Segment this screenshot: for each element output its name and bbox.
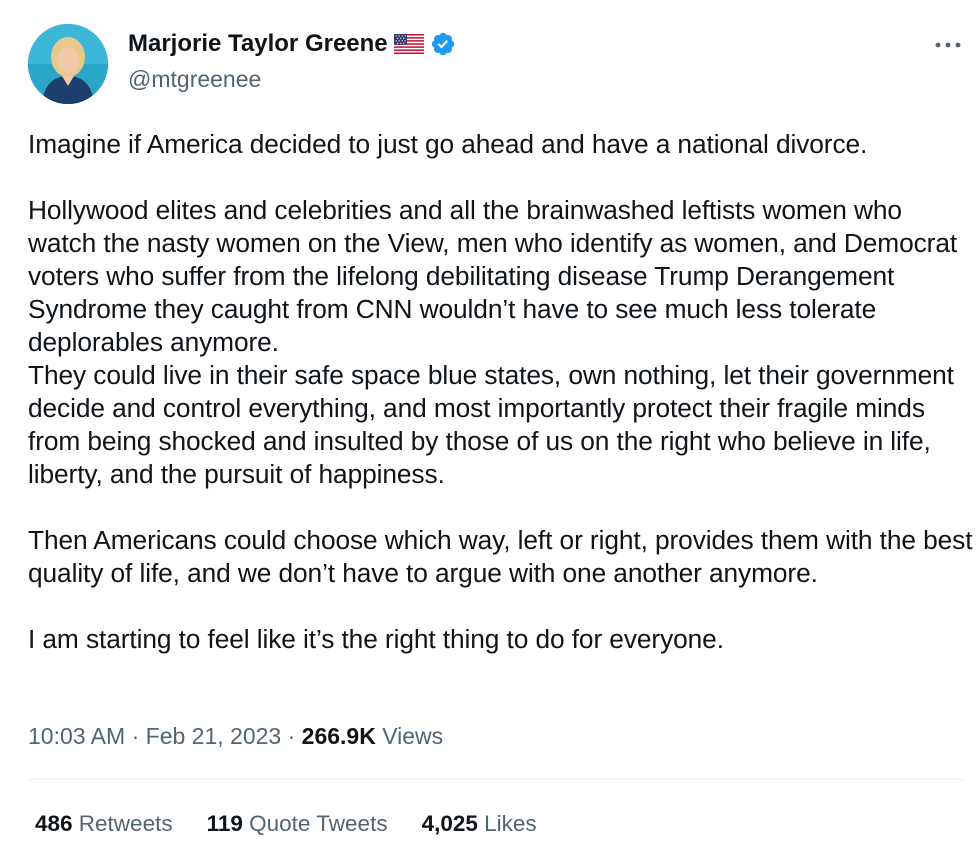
tweet-time[interactable]: 10:03 AM [28,723,125,749]
views-label: Views [375,723,444,749]
tweet-paragraph: Then Americans could choose which way, l… [28,525,973,588]
quote-tweets-stat[interactable]: 119 Quote Tweets [207,808,388,840]
author-handle[interactable]: @mtgreenee [128,66,261,93]
likes-stat[interactable]: 4,025 Likes [422,808,537,840]
us-flag-icon [393,33,424,55]
quote-tweets-label: Quote Tweets [242,811,388,836]
divider [28,779,965,780]
more-dots-icon [935,42,961,48]
tweet-meta: 10:03 AM · Feb 21, 2023 · 266.9K Views [28,720,443,752]
author-name-row: Marjorie Taylor Greene [128,30,456,58]
avatar-image [28,24,108,104]
tweet-paragraph: I am starting to feel like it’s the righ… [28,624,724,654]
tweet-date[interactable]: Feb 21, 2023 [146,723,282,749]
engagement-stats: 486 Retweets 119 Quote Tweets 4,025 Like… [35,808,537,840]
retweets-count: 486 [35,811,73,836]
tweet-text: Imagine if America decided to just go ah… [28,128,973,656]
retweets-label: Retweets [72,811,173,836]
tweet-card: Marjorie Taylor Greene @mtgreenee Imagin… [0,0,980,861]
verified-badge-icon[interactable] [430,31,456,57]
meta-separator: · [125,723,146,749]
display-name[interactable]: Marjorie Taylor Greene [128,30,388,58]
likes-count: 4,025 [421,811,478,836]
quote-tweets-count: 119 [206,811,243,836]
views-count: 266.9K [301,723,376,749]
avatar[interactable] [28,24,108,104]
meta-separator: · [281,723,302,749]
tweet-paragraph: Hollywood elites and celebrities and all… [28,195,958,489]
retweets-stat[interactable]: 486 Retweets [35,808,173,840]
more-options-button[interactable] [930,30,966,60]
likes-label: Likes [477,811,537,836]
tweet-paragraph: Imagine if America decided to just go ah… [28,129,868,159]
